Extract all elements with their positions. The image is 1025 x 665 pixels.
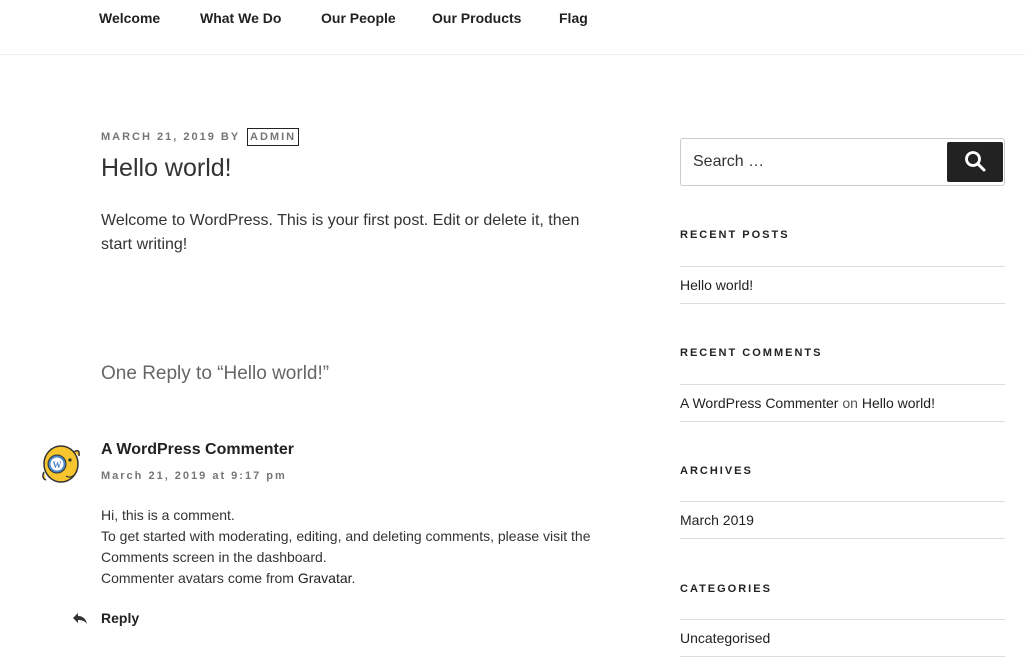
search-form (680, 138, 1005, 186)
recent-comment-post-link[interactable]: Hello world! (862, 395, 935, 411)
comment-line-3-suffix: . (351, 570, 356, 586)
comment-author: A WordPress Commenter (101, 441, 294, 458)
recent-comments-title: Recent Comments (680, 347, 823, 359)
nav-item-our-products[interactable]: Our Products (432, 10, 521, 26)
comment-date-link[interactable]: March 21, 2019 at 9:17 pm (101, 470, 287, 482)
recent-post-link[interactable]: Hello world! (680, 277, 753, 293)
archive-item: March 2019 (680, 501, 1005, 539)
recent-post-item: Hello world! (680, 266, 1005, 304)
archive-link[interactable]: March 2019 (680, 512, 754, 528)
nav-item-flag[interactable]: Flag (559, 10, 588, 26)
wapuu-avatar-icon: W (40, 442, 82, 486)
comment-body: Hi, this is a comment. To get started wi… (101, 505, 616, 589)
post-meta-by: by (220, 131, 240, 143)
category-item: Uncategorised (680, 619, 1005, 657)
search-icon (964, 150, 986, 175)
comments-title: One Reply to “Hello world!” (101, 363, 330, 384)
nav-item-what-we-do[interactable]: What We Do (200, 10, 281, 26)
main-navigation: Welcome What We Do Our People Our Produc… (0, 0, 1025, 55)
svg-text:W: W (53, 460, 62, 470)
comment-line-3: Commenter avatars come from Gravatar. (101, 568, 616, 589)
comment-line-3-text: Commenter avatars come from (101, 570, 298, 586)
comment-line-1: Hi, this is a comment. (101, 507, 235, 523)
post-content: Welcome to WordPress. This is your first… (101, 212, 580, 253)
nav-item-welcome[interactable]: Welcome (99, 10, 160, 26)
post-author-link[interactable]: admin (247, 128, 300, 146)
post-date-link[interactable]: March 21, 2019 (101, 131, 216, 143)
gravatar-link[interactable]: Gravatar (298, 570, 352, 586)
categories-title: Categories (680, 583, 772, 595)
recent-comment-item: A WordPress Commenter on Hello world! (680, 384, 1005, 422)
reply-arrow-icon[interactable] (72, 610, 88, 626)
archives-title: Archives (680, 465, 753, 477)
recent-posts-title: Recent Posts (680, 229, 790, 241)
nav-item-our-people[interactable]: Our People (321, 10, 396, 26)
category-link[interactable]: Uncategorised (680, 630, 770, 646)
post-meta: March 21, 2019 by admin (101, 128, 300, 146)
search-input[interactable] (681, 139, 946, 185)
post-title: Hello world! (101, 154, 232, 182)
search-button[interactable] (947, 142, 1003, 182)
recent-comment-on: on (842, 395, 858, 411)
recent-comment-author-link[interactable]: A WordPress Commenter (680, 395, 838, 411)
reply-button[interactable]: Reply (101, 610, 139, 626)
comment-line-2: To get started with moderating, editing,… (101, 528, 591, 565)
